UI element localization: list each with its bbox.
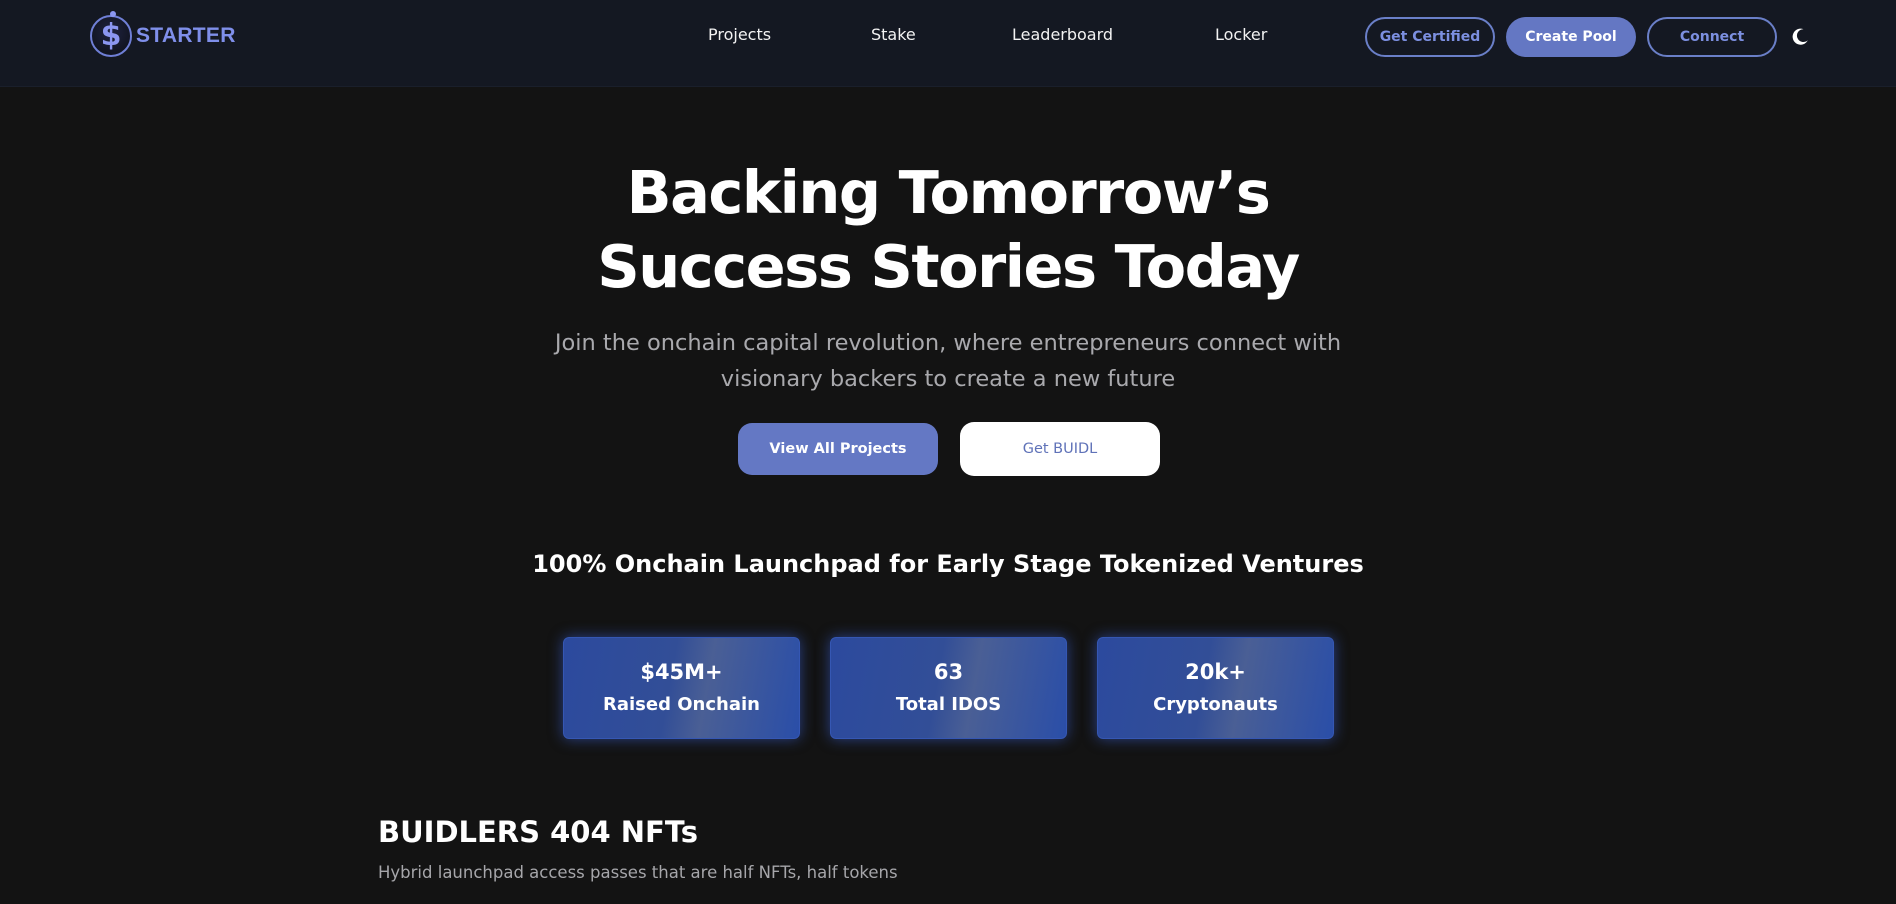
get-certified-button[interactable]: Get Certified bbox=[1365, 17, 1495, 57]
top-navbar: $ STARTER Projects Stake Leaderboard Loc… bbox=[0, 0, 1896, 87]
hero-subtitle: Join the onchain capital revolution, whe… bbox=[548, 325, 1348, 397]
stat-value: 20k+ bbox=[1185, 660, 1246, 684]
connect-wallet-button[interactable]: Connect bbox=[1647, 17, 1777, 57]
moon-icon[interactable] bbox=[1790, 27, 1810, 47]
hero-title-line-2: Success Stories Today bbox=[597, 232, 1300, 301]
stat-card-raised: $45M+ Raised Onchain bbox=[563, 637, 800, 739]
brand-name: STARTER bbox=[136, 24, 236, 47]
nav-link-leaderboard[interactable]: Leaderboard bbox=[1012, 25, 1113, 44]
create-pool-button[interactable]: Create Pool bbox=[1506, 17, 1636, 57]
view-all-projects-button[interactable]: View All Projects bbox=[738, 423, 938, 475]
nav-link-stake[interactable]: Stake bbox=[871, 25, 916, 44]
stat-label: Total IDOS bbox=[895, 694, 1002, 715]
stat-label: Cryptonauts bbox=[1153, 694, 1278, 715]
stat-label: Raised Onchain bbox=[603, 694, 760, 715]
launchpad-tagline: 100% Onchain Launchpad for Early Stage T… bbox=[532, 550, 1364, 578]
stat-card-cryptonauts: 20k+ Cryptonauts bbox=[1097, 637, 1334, 739]
hero-subtitle-line-2: visionary backers to create a new future bbox=[720, 366, 1176, 392]
hero-subtitle-line-1: Join the onchain capital revolution, whe… bbox=[554, 330, 1342, 356]
stat-card-idos: 63 Total IDOS bbox=[830, 637, 1067, 739]
brand-logo[interactable]: $ STARTER bbox=[90, 11, 236, 59]
nav-link-locker[interactable]: Locker bbox=[1215, 25, 1267, 44]
hero-title-line-1: Backing Tomorrow’s bbox=[626, 158, 1271, 227]
get-buidl-button[interactable]: Get BUIDL bbox=[960, 422, 1160, 476]
stat-value: 63 bbox=[933, 660, 964, 684]
starter-logo-icon: $ bbox=[90, 11, 132, 57]
nft-section-title: BUIDLERS 404 NFTs bbox=[378, 815, 699, 849]
nft-section-subtitle: Hybrid launchpad access passes that are … bbox=[378, 863, 898, 882]
nav-link-projects[interactable]: Projects bbox=[708, 25, 771, 44]
stat-value: $45M+ bbox=[640, 660, 723, 684]
